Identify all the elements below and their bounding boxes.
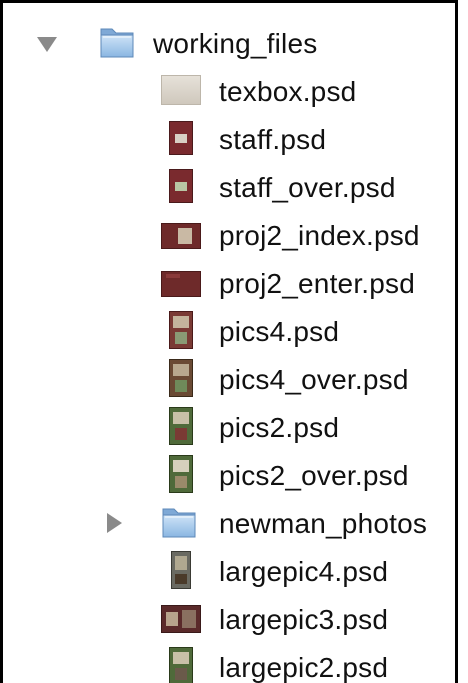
folder-icon — [162, 508, 196, 538]
psd-thumb-staff-over-icon — [169, 169, 193, 203]
tree-row-file[interactable]: pics2.psd — [3, 403, 455, 451]
psd-thumb-largepic4-icon — [171, 551, 191, 589]
file-browser-list: working_files texbox.psd staff.psd staff… — [0, 0, 458, 683]
tree-row-label: largepic4.psd — [219, 556, 389, 587]
tree-row-file[interactable]: pics2_over.psd — [3, 451, 455, 499]
psd-thumb-proj2-enter-icon — [161, 271, 201, 297]
tree-row-file[interactable]: largepic2.psd — [3, 643, 455, 683]
tree-row-label: largepic2.psd — [219, 652, 389, 683]
folder-icon — [100, 28, 134, 58]
disclosure-triangle-collapsed-icon[interactable] — [107, 513, 122, 533]
tree-row-label: staff_over.psd — [219, 172, 396, 203]
tree-row-file[interactable]: largepic3.psd — [3, 595, 455, 643]
tree-row-label: pics4.psd — [219, 316, 340, 347]
psd-thumb-largepic3-icon — [161, 605, 201, 633]
tree-row-file[interactable]: texbox.psd — [3, 67, 455, 115]
tree-row-file[interactable]: pics4_over.psd — [3, 355, 455, 403]
tree-row-file[interactable]: proj2_enter.psd — [3, 259, 455, 307]
tree-row-label: pics2_over.psd — [219, 460, 409, 491]
tree-row-label: working_files — [153, 28, 318, 59]
tree-row-label: largepic3.psd — [219, 604, 389, 635]
psd-thumb-proj2-index-icon — [161, 223, 201, 249]
psd-thumb-pics2-over-icon — [169, 455, 193, 493]
tree-row-working-files[interactable]: working_files — [3, 19, 455, 67]
tree-row-label: newman_photos — [219, 508, 428, 539]
tree-row-file[interactable]: largepic4.psd — [3, 547, 455, 595]
tree-row-newman-photos[interactable]: newman_photos — [3, 499, 455, 547]
psd-thumb-pics4-icon — [169, 311, 193, 349]
psd-thumb-staff-icon — [169, 121, 193, 155]
psd-thumb-pics4-over-icon — [169, 359, 193, 397]
tree-row-label: pics4_over.psd — [219, 364, 409, 395]
tree-row-file[interactable]: proj2_index.psd — [3, 211, 455, 259]
psd-thumb-largepic2-icon — [169, 647, 193, 683]
tree-row-label: proj2_index.psd — [219, 220, 420, 251]
tree-row-file[interactable]: staff.psd — [3, 115, 455, 163]
tree-row-label: texbox.psd — [219, 76, 357, 107]
psd-thumb-pics2-icon — [169, 407, 193, 445]
tree-row-file[interactable]: pics4.psd — [3, 307, 455, 355]
tree-row-label: proj2_enter.psd — [219, 268, 416, 299]
tree-row-label: pics2.psd — [219, 412, 340, 443]
tree-row-label: staff.psd — [219, 124, 327, 155]
tree-row-file[interactable]: staff_over.psd — [3, 163, 455, 211]
psd-thumb-texbox-icon — [161, 75, 201, 105]
disclosure-triangle-expanded-icon[interactable] — [37, 37, 57, 52]
